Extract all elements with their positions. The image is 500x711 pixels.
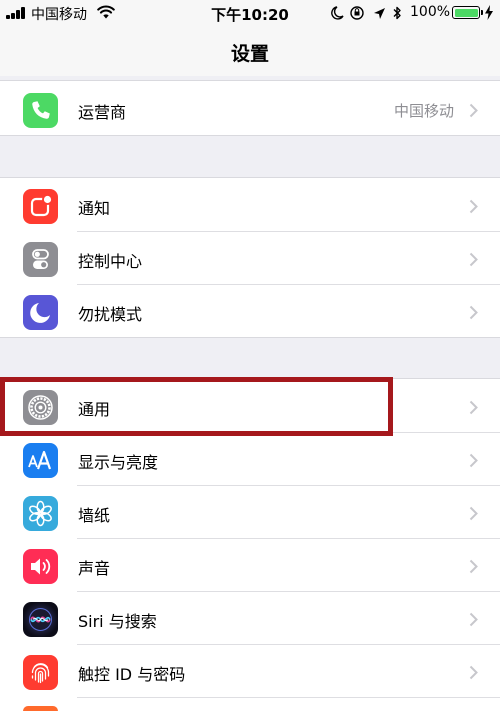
settings-row-label: 通知 [78,199,111,218]
status-bar: 中国移动 下午10:20 100% [0,0,500,26]
settings-row-label: 声音 [78,559,111,578]
settings-row-display-brightness[interactable]: 显示与亮度 [0,433,500,486]
settings-row-label: 勿扰模式 [78,305,143,324]
moon-icon [23,295,58,330]
gear-icon [23,390,58,425]
phone-icon [23,93,58,128]
settings-row-label: 墙纸 [78,506,111,525]
settings-row-wallpaper[interactable]: 墙纸 [0,486,500,539]
settings-row-label: 通用 [78,400,111,419]
text-size-icon [23,443,58,478]
battery-percentage: 100% [410,4,451,20]
settings-row-sounds[interactable]: 声音 [0,539,500,592]
chevron-right-icon [469,453,478,468]
settings-row-label: 运营商 [78,103,127,122]
battery-icon [452,6,483,19]
page-title: 设置 [230,43,269,65]
settings-row-control-center[interactable]: 控制中心 [0,232,500,285]
settings-row-label: 显示与亮度 [78,453,159,472]
settings-row-general[interactable]: 通用 [0,380,500,433]
settings-row-label: Siri 与搜索 [78,612,157,631]
settings-row-touch-id-passcode[interactable]: 触控 ID 与密码 [0,645,500,698]
location-icon [374,8,385,19]
settings-row-siri-search[interactable]: Siri 与搜索 [0,592,500,645]
chevron-right-icon [469,612,478,627]
chevron-right-icon [469,252,478,267]
chevron-right-icon [469,665,478,680]
toggle-switch-icon [23,242,58,277]
moon-icon [331,6,344,20]
next-row-icon-partial [23,706,58,711]
charging-bolt-icon [485,5,493,20]
settings-row-do-not-disturb[interactable]: 勿扰模式 [0,285,500,338]
settings-row-label: 控制中心 [78,252,143,271]
chevron-right-icon [469,400,478,415]
navigation-bar: 设置 [0,26,500,76]
orientation-lock-icon [350,6,364,20]
speaker-icon [23,549,58,584]
chevron-right-icon [469,506,478,521]
chevron-right-icon [469,305,478,320]
chevron-right-icon [469,103,478,118]
notification-icon [23,189,58,224]
flower-icon [23,496,58,531]
siri-icon [23,602,58,637]
chevron-right-icon [469,199,478,214]
settings-row-value: 中国移动 [393,102,454,120]
settings-group-notifications: 通知 控制中心 勿扰模式 [0,177,500,338]
fingerprint-icon [23,655,58,690]
settings-row-carrier[interactable]: 运营商 中国移动 [0,83,500,136]
settings-row-label: 触控 ID 与密码 [78,665,186,684]
chevron-right-icon [469,559,478,574]
settings-group-carrier: 运营商 中国移动 [0,80,500,136]
settings-row-notifications[interactable]: 通知 [0,179,500,232]
bluetooth-icon [393,6,401,20]
settings-group-general: 通用 显示与亮度 墙纸 声音 Siri 与搜索 触控 ID 与密码 [0,378,500,711]
status-icons [331,6,401,20]
